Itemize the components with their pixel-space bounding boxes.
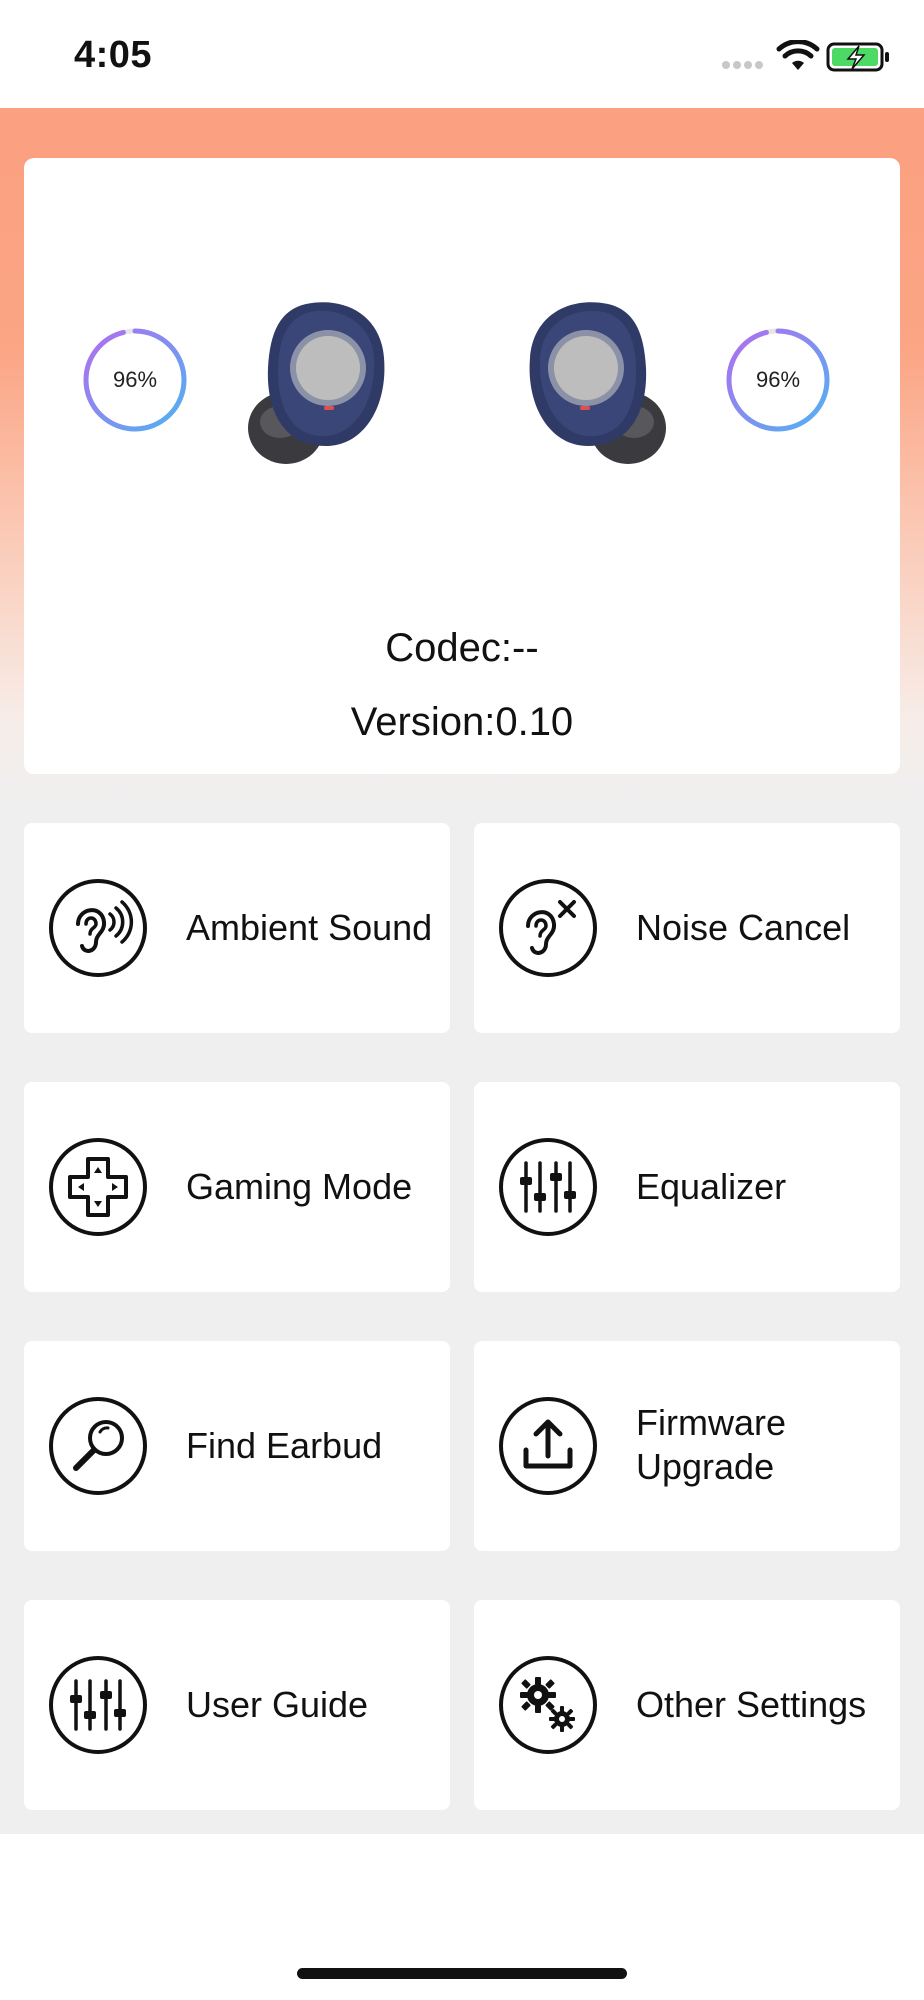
- user-guide-label: User Guide: [186, 1684, 369, 1725]
- equalizer-label: Equalizer: [636, 1166, 787, 1207]
- ear-sound-waves-icon: [49, 879, 147, 977]
- gamepad-icon: [49, 1138, 147, 1236]
- battery-charging-icon: [826, 42, 889, 72]
- equalizer-sliders-icon: [499, 1138, 597, 1236]
- left-battery-percent: 96%: [112, 367, 158, 392]
- firmware-upgrade-button[interactable]: Firmware Upgrade: [474, 1341, 900, 1551]
- ear-mute-icon: [499, 879, 597, 977]
- find-earbud-button[interactable]: Find Earbud: [24, 1341, 450, 1551]
- wifi-icon: [776, 40, 820, 70]
- user-guide-button[interactable]: User Guide: [24, 1600, 450, 1810]
- magnifier-icon: [49, 1397, 147, 1495]
- codec-label: Codec:--: [385, 626, 539, 670]
- gaming-mode-button[interactable]: Gaming Mode: [24, 1082, 450, 1292]
- device-card: [24, 158, 900, 774]
- ambient-sound-button[interactable]: Ambient Sound: [24, 823, 450, 1033]
- ambient-sound-label: Ambient Sound: [186, 907, 433, 948]
- right-earbud-image: [529, 302, 666, 464]
- right-battery-ring: 96%: [723, 325, 833, 435]
- home-indicator[interactable]: [297, 1968, 627, 1979]
- noise-cancel-button[interactable]: Noise Cancel: [474, 823, 900, 1033]
- left-battery-ring: 96%: [80, 325, 190, 435]
- sliders-icon: [49, 1656, 147, 1754]
- noise-cancel-label: Noise Cancel: [636, 907, 851, 948]
- cellular-dots-icon: [722, 61, 763, 69]
- firmware-upgrade-label: Firmware Upgrade: [636, 1402, 786, 1487]
- left-earbud-image: [248, 302, 385, 464]
- version-label: Version:0.10: [350, 700, 574, 744]
- status-bar: 4:05: [0, 0, 924, 108]
- other-settings-label: Other Settings: [636, 1684, 867, 1725]
- gaming-mode-label: Gaming Mode: [186, 1166, 413, 1207]
- find-earbud-label: Find Earbud: [186, 1425, 383, 1466]
- gears-icon: [499, 1656, 597, 1754]
- equalizer-button[interactable]: Equalizer: [474, 1082, 900, 1292]
- status-time: 4:05: [74, 34, 153, 76]
- other-settings-button[interactable]: Other Settings: [474, 1600, 900, 1810]
- right-battery-percent: 96%: [755, 367, 801, 392]
- upload-icon: [499, 1397, 597, 1495]
